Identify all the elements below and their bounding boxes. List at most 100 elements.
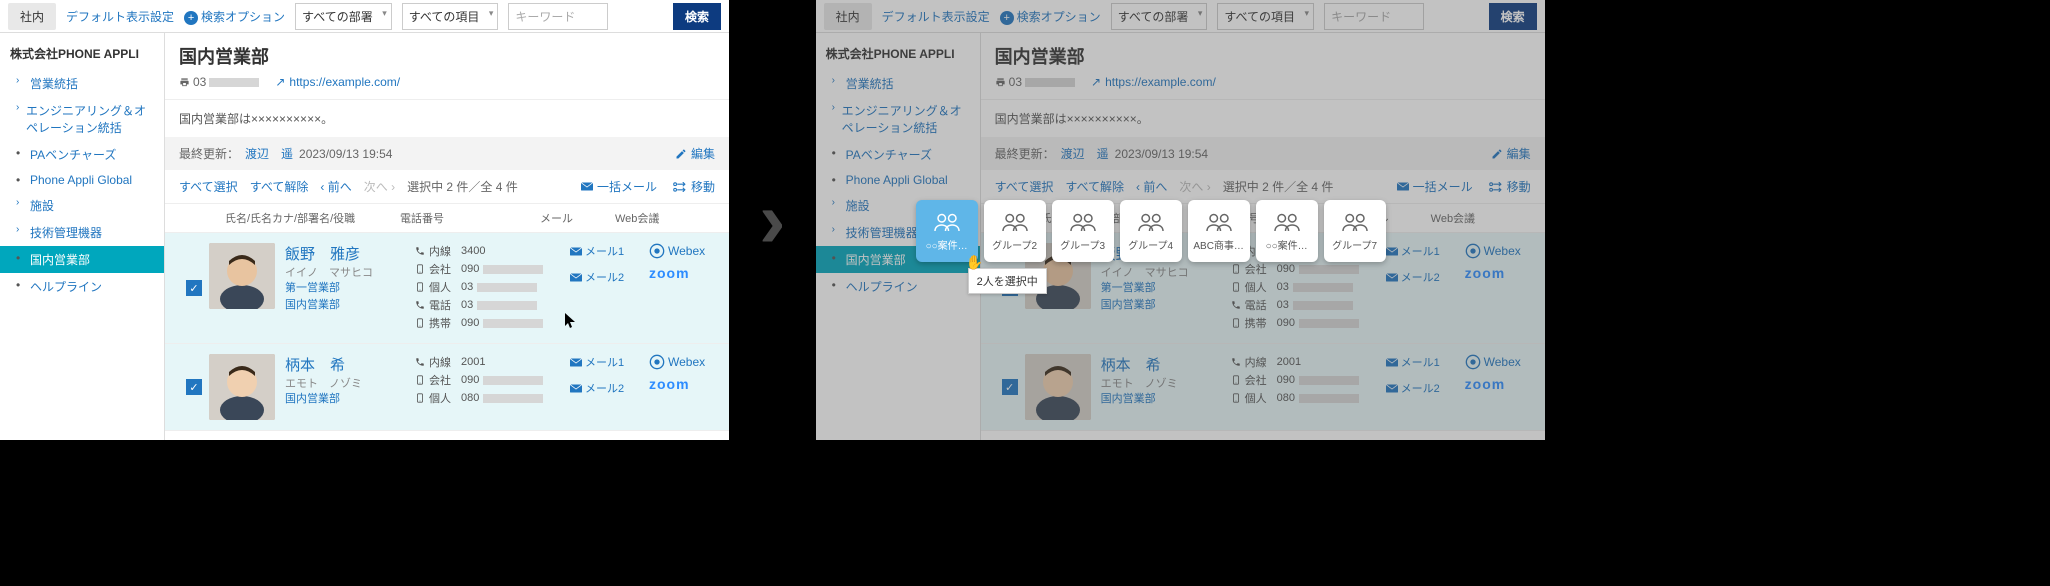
mail-list: メール1 メール2 bbox=[570, 354, 645, 420]
last-updated-bar: 最終更新： 渡辺 遥 2023/09/13 19:54 編集 bbox=[165, 137, 729, 170]
sidebar-item-label: 施設 bbox=[30, 197, 54, 214]
keyword-input[interactable]: キーワード bbox=[508, 3, 608, 30]
dept-title: 国内営業部 bbox=[179, 43, 715, 69]
bullet-icon: • bbox=[16, 251, 26, 265]
chevron-right-icon: › bbox=[16, 102, 22, 113]
group-label: ○○案件… bbox=[926, 237, 968, 252]
transition-arrow: › bbox=[759, 180, 786, 260]
plus-icon: + bbox=[184, 11, 198, 25]
sidebar-item-label: PAベンチャーズ bbox=[30, 146, 116, 163]
search-button[interactable]: 検索 bbox=[673, 3, 721, 30]
group-label: グループ7 bbox=[1332, 237, 1377, 252]
default-view-link[interactable]: デフォルト表示設定 bbox=[66, 8, 174, 25]
sidebar-item-label: エンジニアリング＆オペレーション統括 bbox=[26, 102, 154, 136]
selection-tooltip: 2人を選択中 bbox=[968, 268, 1047, 294]
contact-dept2[interactable]: 国内営業部 bbox=[285, 297, 415, 314]
group-label: グループ3 bbox=[1060, 237, 1105, 252]
dept-url-link[interactable]: ↗ https://example.com/ bbox=[275, 75, 400, 89]
company-name: 株式会社PHONE APPLI bbox=[0, 41, 164, 70]
zoom-link[interactable]: zoom bbox=[649, 265, 715, 281]
sidebar-item[interactable]: •Phone Appli Global bbox=[0, 168, 164, 192]
topbar: 社内デフォルト表示設定 +検索オプションすべての部署すべての項目キーワード 検索 bbox=[0, 0, 729, 33]
group-card[interactable]: グループ2 bbox=[984, 200, 1046, 262]
mail-list: メール1 メール2 bbox=[570, 243, 645, 333]
updated-label: 最終更新： bbox=[179, 145, 239, 162]
phone-list: 内線 3400会社 090個人 03電話 03携帯 090 bbox=[415, 243, 570, 333]
bullet-icon: • bbox=[16, 278, 26, 292]
bullet-icon: • bbox=[16, 146, 26, 160]
bullet-icon: • bbox=[16, 173, 26, 187]
selection-count: 選択中 2 件／全 4 件 bbox=[407, 178, 518, 195]
updated-by[interactable]: 渡辺 遥 bbox=[245, 145, 293, 162]
dept-select[interactable]: すべての部署 bbox=[295, 3, 392, 30]
avatar[interactable] bbox=[209, 354, 275, 420]
dept-description: 国内営業部は××××××××××。 bbox=[165, 100, 729, 137]
contact-dept[interactable]: 国内営業部 bbox=[285, 391, 415, 408]
contact-kana: イイノ マサヒコ bbox=[285, 264, 415, 280]
contact-name[interactable]: 飯野 雅彦 bbox=[285, 243, 415, 264]
group-card[interactable]: グループ4 bbox=[1120, 200, 1182, 262]
sidebar-item[interactable]: › 施設 bbox=[0, 192, 164, 219]
group-label: グループ4 bbox=[1128, 237, 1173, 252]
list-toolbar: すべて選択すべて解除 ‹ 前へ次へ › 選択中 2 件／全 4 件 一括メール移動 bbox=[165, 170, 729, 204]
sidebar-item[interactable]: › エンジニアリング＆オペレーション統括 bbox=[0, 97, 164, 141]
hand-cursor-icon: ✋ bbox=[966, 254, 983, 271]
group-card[interactable]: ○○案件… bbox=[1256, 200, 1318, 262]
field-select[interactable]: すべての項目 bbox=[402, 3, 499, 30]
sidebar-item[interactable]: › 技術管理機器 bbox=[0, 219, 164, 246]
mail-link[interactable]: メール2 bbox=[570, 380, 645, 396]
group-card[interactable]: グループ7 bbox=[1324, 200, 1386, 262]
sidebar-item-label: 国内営業部 bbox=[30, 251, 90, 268]
select-all-link[interactable]: すべて選択 bbox=[179, 178, 238, 195]
sidebar-item-label: ヘルプライン bbox=[30, 278, 102, 295]
group-label: ABC商事… bbox=[1193, 237, 1244, 252]
mail-link[interactable]: メール1 bbox=[570, 243, 645, 259]
next-page: 次へ › bbox=[364, 178, 395, 195]
group-card[interactable]: グループ3 bbox=[1052, 200, 1114, 262]
conference-links: Webex zoom bbox=[645, 243, 715, 333]
chevron-right-icon: › bbox=[16, 197, 26, 208]
contact-row: 渡辺 遥内線 2000会社 090 bbox=[165, 431, 729, 440]
sidebar-item[interactable]: • PAベンチャーズ bbox=[0, 141, 164, 168]
dept-phone: 03 bbox=[179, 75, 259, 89]
contact-name[interactable]: 柄本 希 bbox=[285, 354, 415, 375]
cursor-icon bbox=[565, 313, 577, 329]
contact-dept[interactable]: 第一営業部 bbox=[285, 280, 415, 297]
phone-list: 内線 2001会社 090個人 080 bbox=[415, 354, 570, 420]
group-label: グループ2 bbox=[992, 237, 1037, 252]
sidebar-item-label: 技術管理機器 bbox=[30, 224, 102, 241]
sidebar-item[interactable]: ›営業統括 bbox=[0, 70, 164, 97]
contact-row: ✓ 飯野 雅彦イイノ マサヒコ第一営業部国内営業部内線 3400会社 090個人 … bbox=[165, 233, 729, 344]
app-panel-after: 社内デフォルト表示設定+検索オプションすべての部署すべての項目キーワード検索株式… bbox=[816, 0, 1545, 440]
app-panel-before: 社内デフォルト表示設定 +検索オプションすべての部署すべての項目キーワード 検索株式… bbox=[0, 0, 729, 440]
group-card[interactable]: ABC商事… bbox=[1188, 200, 1250, 262]
zoom-link[interactable]: zoom bbox=[649, 376, 715, 392]
avatar[interactable] bbox=[209, 243, 275, 309]
bulk-mail-button[interactable]: 一括メール bbox=[581, 178, 657, 195]
webex-link[interactable]: Webex bbox=[649, 243, 715, 259]
sidebar-item[interactable]: • 国内営業部 bbox=[0, 246, 164, 273]
search-options-link[interactable]: +検索オプション bbox=[184, 8, 285, 25]
tab-internal[interactable]: 社内 bbox=[8, 3, 56, 30]
row-checkbox[interactable]: ✓ bbox=[179, 354, 209, 420]
contact-kana: エモト ノゾミ bbox=[285, 375, 415, 391]
webex-link[interactable]: Webex bbox=[649, 354, 715, 370]
updated-at: 2023/09/13 19:54 bbox=[299, 147, 392, 161]
group-card[interactable]: ○○案件… bbox=[916, 200, 978, 262]
contact-row: ✓ 柄本 希エモト ノゾミ国内営業部内線 2001会社 090個人 080メール1… bbox=[165, 344, 729, 431]
sidebar-item-label: 営業統括 bbox=[30, 75, 78, 92]
clear-all-link[interactable]: すべて解除 bbox=[250, 178, 309, 195]
row-checkbox[interactable]: ✓ bbox=[179, 243, 209, 333]
chevron-right-icon: › bbox=[16, 224, 26, 235]
dept-header: 国内営業部 03 ↗ https://example.com/ bbox=[165, 33, 729, 100]
main-content: 国内営業部 03 ↗ https://example.com/国内営業部は××××… bbox=[165, 33, 729, 440]
prev-page[interactable]: ‹ 前へ bbox=[320, 178, 351, 195]
group-label: ○○案件… bbox=[1266, 237, 1308, 252]
move-button[interactable]: 移動 bbox=[673, 178, 715, 195]
group-picker: ○○案件… グループ2 グループ3 グループ4 ABC商事… ○○案件… グループ7 bbox=[916, 200, 1386, 262]
sidebar-item[interactable]: • ヘルプライン bbox=[0, 273, 164, 300]
mail-link[interactable]: メール1 bbox=[570, 354, 645, 370]
mail-link[interactable]: メール2 bbox=[570, 269, 645, 285]
conference-links: Webex zoom bbox=[645, 354, 715, 420]
edit-button[interactable]: 編集 bbox=[675, 145, 715, 162]
